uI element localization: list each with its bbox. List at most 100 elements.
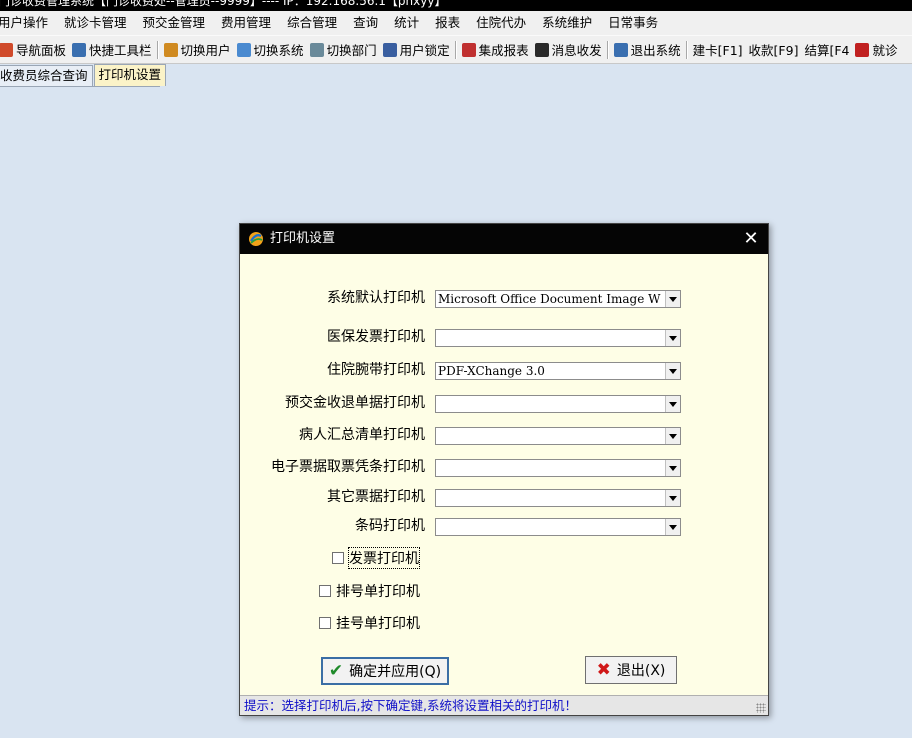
checkbox-box[interactable] xyxy=(332,552,344,564)
toolbar-separator xyxy=(156,40,159,59)
printer-select[interactable] xyxy=(435,489,681,507)
printer-label: 住院腕带打印机 xyxy=(327,362,425,378)
menu-item[interactable]: 报表 xyxy=(427,11,468,35)
toolbar-button-label: 切换部门 xyxy=(326,43,377,58)
chevron-down-icon[interactable] xyxy=(665,363,680,379)
window-title-bar: 门诊收费管理系统【门诊收费处--管理员--9999】---- IP：192.16… xyxy=(0,0,912,11)
toolbar-button[interactable]: 收款[F9] xyxy=(746,39,802,61)
tab[interactable]: 收费员综合查询 xyxy=(0,65,93,86)
menu-item[interactable]: 用户操作 xyxy=(0,11,56,35)
toolbar-button[interactable]: 就诊 xyxy=(852,39,900,61)
close-icon[interactable]: ✕ xyxy=(740,228,762,250)
exit-icon xyxy=(613,42,628,57)
exit-button[interactable]: ✖ 退出(X) xyxy=(585,656,677,684)
toolbar-button[interactable]: 退出系统 xyxy=(611,39,684,61)
printer-select[interactable]: Microsoft Office Document Image W xyxy=(435,290,681,308)
toolbar-button[interactable]: 集成报表 xyxy=(459,39,532,61)
chevron-down-icon[interactable] xyxy=(665,490,680,506)
toolbar-button-label: 用户锁定 xyxy=(399,43,450,58)
toolbar-button-label: 退出系统 xyxy=(630,43,681,58)
printer-select[interactable] xyxy=(435,518,681,536)
exit-label: 退出(X) xyxy=(616,663,666,679)
resize-grip-icon[interactable] xyxy=(756,703,766,713)
checkbox-label: 发票打印机 xyxy=(348,547,420,569)
toolbar-button-label: 导航面板 xyxy=(16,43,67,58)
tab[interactable]: 打印机设置 xyxy=(93,64,167,86)
chevron-down-icon[interactable] xyxy=(665,330,680,346)
toolbar: 导航面板 快捷工具栏 切换用户 切换系统 切换部门 用户锁定 集成报表 消息收发 退出系统 建卡[… xyxy=(0,35,912,64)
chevron-down-icon[interactable] xyxy=(665,291,680,307)
toolbar-button[interactable]: 切换部门 xyxy=(307,39,380,61)
printer-label: 预交金收退单据打印机 xyxy=(285,395,425,411)
menu-bar: 用户操作 就诊卡管理 预交金管理 费用管理 综合管理 查询 统计 报表 住院代办 系统维护 日常事务 xyxy=(0,11,912,35)
toolbar-button[interactable]: 消息收发 xyxy=(532,39,605,61)
report-icon xyxy=(461,42,476,57)
dialog-title-bar[interactable]: 打印机设置 ✕ xyxy=(240,224,768,254)
toolbar-button[interactable]: 切换用户 xyxy=(161,39,234,61)
printer-label: 系统默认打印机 xyxy=(327,290,425,306)
toolbar-button[interactable]: 结算[F4 xyxy=(801,39,852,61)
toolbar-button-label: 切换用户 xyxy=(180,43,231,58)
printer-label: 条码打印机 xyxy=(355,518,425,534)
menu-item[interactable]: 就诊卡管理 xyxy=(56,11,135,35)
menu-item[interactable]: 住院代办 xyxy=(468,11,534,35)
menu-item[interactable]: 查询 xyxy=(345,11,386,35)
menu-item[interactable]: 系统维护 xyxy=(534,11,600,35)
dashboard-icon xyxy=(0,42,13,57)
printer-label: 其它票据打印机 xyxy=(327,489,425,505)
toolbar-button-label: 切换系统 xyxy=(253,43,304,58)
printer-settings-dialog: 打印机设置 ✕ 系统默认打印机 Microsoft Office Document… xyxy=(239,223,769,716)
menu-item[interactable]: 综合管理 xyxy=(279,11,345,35)
menu-item[interactable]: 预交金管理 xyxy=(135,11,214,35)
menu-item[interactable]: 日常事务 xyxy=(600,11,666,35)
window-title: 门诊收费管理系统【门诊收费处--管理员--9999】---- IP：192.16… xyxy=(0,0,447,8)
toolbar-button[interactable]: 用户锁定 xyxy=(380,39,453,61)
printer-select[interactable] xyxy=(435,395,681,413)
toolbar-button[interactable]: 快捷工具栏 xyxy=(69,39,155,61)
tab-strip: 收费员综合查询 打印机设置 xyxy=(0,64,167,86)
printer-select[interactable]: PDF-XChange 3.0 xyxy=(435,362,681,380)
info-icon xyxy=(534,42,549,57)
chevron-down-icon[interactable] xyxy=(665,460,680,476)
toolbar-separator xyxy=(454,40,457,59)
printer-select[interactable] xyxy=(435,459,681,477)
printer-label: 医保发票打印机 xyxy=(327,329,425,345)
printer-checkbox[interactable]: 排号单打印机 xyxy=(319,581,420,601)
printer-checkbox[interactable]: 挂号单打印机 xyxy=(319,613,420,633)
printer-select-value: PDF-XChange 3.0 xyxy=(438,364,545,378)
confirm-apply-button[interactable]: ✔ 确定并应用(Q) xyxy=(321,657,449,685)
menu-item[interactable]: 统计 xyxy=(386,11,427,35)
checkmark-icon: ✔ xyxy=(328,661,344,681)
printer-label: 电子票据取票凭条打印机 xyxy=(271,459,425,475)
printer-checkbox[interactable]: 发票打印机 xyxy=(332,547,420,569)
confirm-apply-label: 确定并应用(Q) xyxy=(349,664,442,680)
switch-icon xyxy=(236,42,251,57)
dialog-title: 打印机设置 xyxy=(270,231,336,246)
toolbar-button-label: 快捷工具栏 xyxy=(89,43,152,58)
toolbar-button[interactable]: 建卡[F1] xyxy=(690,39,746,61)
status-bar: 提示：选择打印机后,按下确定键,系统将设置相关的打印机！ xyxy=(240,695,768,715)
app-logo-icon xyxy=(249,232,263,246)
toolbar-icon xyxy=(72,42,87,57)
department-icon xyxy=(309,42,324,57)
tab-strip-underline xyxy=(0,86,160,87)
chevron-down-icon[interactable] xyxy=(665,396,680,412)
checkbox-box[interactable] xyxy=(319,617,331,629)
chevron-down-icon[interactable] xyxy=(665,428,680,444)
printer-select[interactable] xyxy=(435,427,681,445)
toolbar-button-label: 结算[F4 xyxy=(804,43,850,58)
menu-item[interactable]: 费用管理 xyxy=(213,11,279,35)
checkbox-box[interactable] xyxy=(319,585,331,597)
print-icon xyxy=(855,42,870,57)
checkbox-label: 挂号单打印机 xyxy=(336,616,420,632)
printer-label: 病人汇总清单打印机 xyxy=(299,427,425,443)
chevron-down-icon[interactable] xyxy=(665,519,680,535)
toolbar-button-label: 集成报表 xyxy=(478,43,529,58)
toolbar-button[interactable]: 导航面板 xyxy=(0,39,69,61)
red-x-icon: ✖ xyxy=(596,660,611,680)
status-hint: 提示：选择打印机后,按下确定键,系统将设置相关的打印机！ xyxy=(244,698,577,713)
toolbar-button-label: 就诊 xyxy=(872,43,898,58)
checkbox-label: 排号单打印机 xyxy=(336,584,420,600)
toolbar-button[interactable]: 切换系统 xyxy=(234,39,307,61)
printer-select[interactable] xyxy=(435,329,681,347)
